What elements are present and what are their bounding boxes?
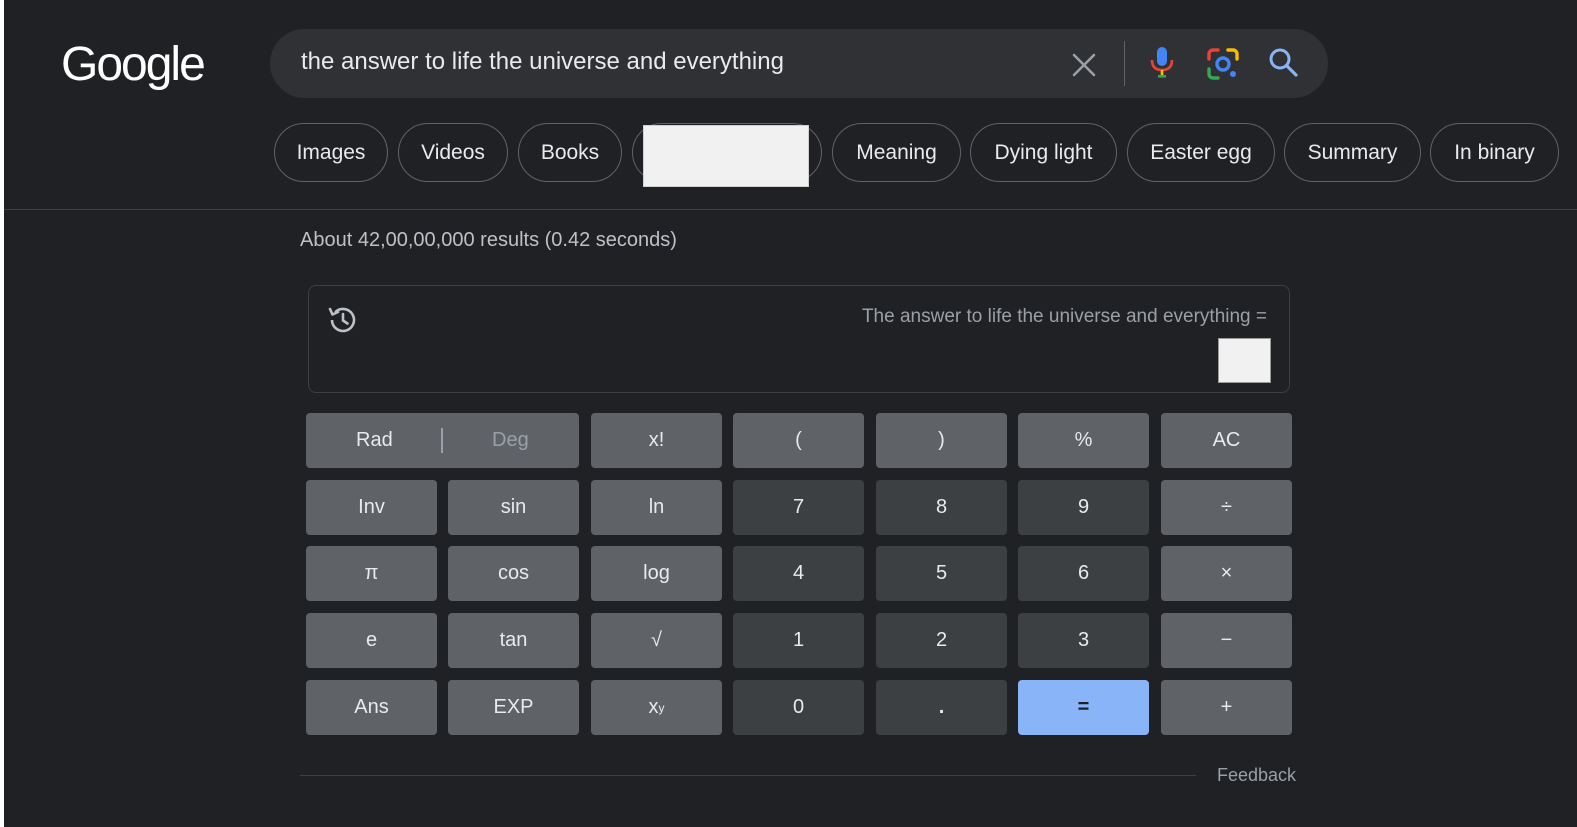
power-exponent: y: [658, 700, 665, 715]
feedback-divider: [300, 775, 1196, 776]
key-ln[interactable]: ln: [591, 480, 722, 535]
key-log[interactable]: log: [591, 546, 722, 601]
calculator-result: [1218, 338, 1271, 383]
results-stats: About 42,00,00,000 results (0.42 seconds…: [300, 229, 677, 251]
key-8[interactable]: 8: [876, 480, 1007, 535]
chip-images[interactable]: Images: [274, 123, 388, 182]
key-plus[interactable]: +: [1161, 680, 1292, 735]
key-open-paren[interactable]: (: [733, 413, 864, 468]
rad-deg-toggle[interactable]: Rad Deg: [306, 413, 579, 468]
rad-option[interactable]: Rad: [356, 429, 393, 452]
key-power[interactable]: xy: [591, 680, 722, 735]
power-base: x: [648, 696, 659, 718]
redaction-box: [643, 125, 809, 187]
key-divide[interactable]: ÷: [1161, 480, 1292, 535]
key-0[interactable]: 0: [733, 680, 864, 735]
key-2[interactable]: 2: [876, 613, 1007, 668]
search-box[interactable]: the answer to life the universe and ever…: [270, 29, 1328, 98]
history-icon[interactable]: [327, 304, 359, 336]
chip-meaning[interactable]: Meaning: [832, 123, 961, 182]
chip-easter-egg[interactable]: Easter egg: [1127, 123, 1275, 182]
key-exp[interactable]: EXP: [448, 680, 579, 735]
key-equals[interactable]: =: [1018, 680, 1149, 735]
search-input[interactable]: the answer to life the universe and ever…: [301, 48, 784, 76]
key-9[interactable]: 9: [1018, 480, 1149, 535]
key-decimal[interactable]: .: [876, 680, 1007, 735]
key-3[interactable]: 3: [1018, 613, 1149, 668]
rad-deg-separator: [441, 428, 443, 453]
feedback-link[interactable]: Feedback: [1217, 765, 1296, 786]
google-logo[interactable]: Google: [61, 37, 206, 92]
key-sin[interactable]: sin: [448, 480, 579, 535]
key-6[interactable]: 6: [1018, 546, 1149, 601]
calculator-expression: The answer to life the universe and ever…: [861, 306, 1267, 327]
key-4[interactable]: 4: [733, 546, 864, 601]
key-sqrt[interactable]: √: [591, 613, 722, 668]
key-e[interactable]: e: [306, 613, 437, 668]
key-percent[interactable]: %: [1018, 413, 1149, 468]
key-tan[interactable]: tan: [448, 613, 579, 668]
key-all-clear[interactable]: AC: [1161, 413, 1292, 468]
key-multiply[interactable]: ×: [1161, 546, 1292, 601]
key-factorial[interactable]: x!: [591, 413, 722, 468]
key-close-paren[interactable]: ): [876, 413, 1007, 468]
search-divider: [1124, 41, 1125, 86]
chip-summary[interactable]: Summary: [1284, 123, 1421, 182]
key-cos[interactable]: cos: [448, 546, 579, 601]
key-1[interactable]: 1: [733, 613, 864, 668]
chip-videos[interactable]: Videos: [398, 123, 508, 182]
chip-in-binary[interactable]: In binary: [1430, 123, 1559, 182]
key-inv[interactable]: Inv: [306, 480, 437, 535]
key-minus[interactable]: −: [1161, 613, 1292, 668]
chip-books[interactable]: Books: [518, 123, 622, 182]
chip-dying-light[interactable]: Dying light: [970, 123, 1117, 182]
key-7[interactable]: 7: [733, 480, 864, 535]
key-pi[interactable]: π: [306, 546, 437, 601]
key-5[interactable]: 5: [876, 546, 1007, 601]
mic-icon[interactable]: [1146, 45, 1178, 81]
search-header: Google the answer to life the universe a…: [4, 0, 1577, 210]
search-icon[interactable]: [1267, 46, 1299, 78]
calculator-display: The answer to life the universe and ever…: [308, 285, 1290, 393]
key-ans[interactable]: Ans: [306, 680, 437, 735]
close-icon[interactable]: [1070, 51, 1098, 79]
lens-icon[interactable]: [1205, 46, 1241, 82]
deg-option[interactable]: Deg: [492, 429, 529, 452]
